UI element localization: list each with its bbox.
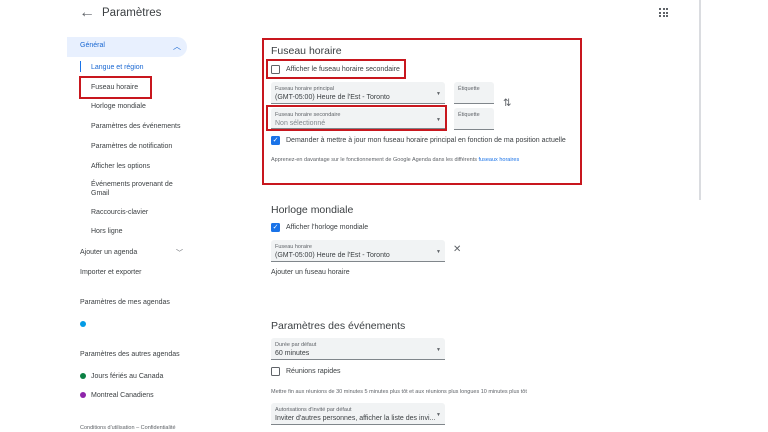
chevron-up-icon: ︿: [173, 42, 181, 51]
primary-tag-label: Étiquette: [458, 86, 480, 92]
active-indicator: [80, 61, 81, 72]
my-calendars-heading: Paramètres de mes agendas: [80, 299, 170, 306]
secondary-timezone-select[interactable]: Fuseau horaire secondaire Non sélectionn…: [271, 108, 445, 129]
secondary-timezone-value: Non sélectionné: [275, 120, 326, 127]
page-title: Paramètres: [102, 7, 162, 19]
guest-permissions-value: Inviter d'autres personnes, afficher la …: [275, 415, 436, 422]
top-bar: ← Paramètres: [0, 0, 768, 28]
sidebar-item-import-export[interactable]: Importer et exporter: [80, 268, 141, 277]
timezone-section-title: Fuseau horaire: [271, 45, 342, 57]
scrollbar[interactable]: [699, 0, 701, 200]
world-clock-checkbox[interactable]: ✓: [271, 223, 280, 232]
primary-timezone-label: Fuseau horaire principal: [275, 86, 335, 92]
event-settings-section-title: Paramètres des événements: [271, 320, 406, 332]
sidebar-general-label: Général: [80, 42, 105, 49]
learn-more-text: Apprenez-en davantage sur le fonctionnem…: [271, 157, 519, 163]
calendar-color-dot: [80, 392, 86, 398]
dropdown-arrow-icon: ▼: [436, 347, 441, 353]
dropdown-arrow-icon: ▼: [436, 412, 441, 418]
other-calendars-heading: Paramètres des autres agendas: [80, 351, 180, 358]
primary-timezone-select[interactable]: Fuseau horaire principal (GMT-05:00) Heu…: [271, 82, 445, 104]
sidebar-item-shortcuts[interactable]: Raccourcis-clavier: [91, 208, 148, 217]
update-timezone-label: Demander à mettre à jour mon fuseau hora…: [286, 137, 566, 144]
secondary-timezone-label: Afficher le fuseau horaire secondaire: [286, 66, 400, 73]
default-duration-label: Durée par défaut: [275, 342, 317, 348]
world-clock-tz-label: Fuseau horaire: [275, 244, 312, 250]
sidebar-item-gmail-events[interactable]: Événements provenant de Gmail: [91, 180, 183, 198]
apps-grid-icon[interactable]: [659, 8, 668, 17]
sidebar-item-language[interactable]: Langue et région: [91, 63, 144, 72]
sidebar-item-canadiens[interactable]: Montreal Canadiens: [91, 391, 154, 400]
sidebar-item-world-clock[interactable]: Horloge mondiale: [91, 102, 146, 111]
learn-more-body: Apprenez-en davantage sur le fonctionnem…: [271, 157, 477, 163]
world-clock-timezone-select[interactable]: Fuseau horaire (GMT-05:00) Heure de l'Es…: [271, 240, 445, 262]
dropdown-arrow-icon: ▼: [436, 249, 441, 255]
calendar-color-dot: [80, 373, 86, 379]
swap-icon[interactable]: ⇅: [503, 98, 511, 109]
guest-permissions-label: Autorisations d'invité par défaut: [275, 407, 352, 413]
sidebar-item-offline[interactable]: Hors ligne: [91, 227, 123, 236]
quick-meetings-note: Mettre fin aux réunions de 30 minutes 5 …: [271, 389, 527, 395]
sidebar-item-holidays[interactable]: Jours fériés au Canada: [91, 372, 163, 381]
sidebar-item-event-settings[interactable]: Paramètres des événements: [91, 122, 181, 131]
dropdown-arrow-icon: ▼: [436, 117, 441, 123]
calendar-color-dot[interactable]: [80, 321, 86, 327]
arrow-left-icon[interactable]: ←: [78, 4, 96, 22]
default-duration-select[interactable]: Durée par défaut 60 minutes ▼: [271, 338, 445, 360]
timezones-link[interactable]: fuseaux horaires: [479, 157, 520, 163]
close-icon[interactable]: ✕: [453, 244, 461, 255]
default-duration-value: 60 minutes: [275, 350, 310, 357]
highlight-box: [79, 76, 152, 99]
sidebar-item-view-options[interactable]: Afficher les options: [91, 162, 150, 171]
sidebar-item-general[interactable]: Général ︿: [67, 37, 187, 57]
world-clock-section-title: Horloge mondiale: [271, 204, 354, 216]
guest-permissions-select[interactable]: Autorisations d'invité par défaut Invite…: [271, 403, 445, 425]
secondary-tag-input[interactable]: Étiquette: [454, 108, 494, 130]
secondary-timezone-checkbox[interactable]: [271, 65, 280, 74]
quick-meetings-label: Réunions rapides: [286, 368, 341, 375]
world-clock-tz-value: (GMT-05:00) Heure de l'Est - Toronto: [275, 252, 390, 259]
primary-timezone-value: (GMT-05:00) Heure de l'Est - Toronto: [275, 94, 390, 101]
sidebar-item-add-calendar[interactable]: Ajouter un agenda: [80, 248, 137, 257]
sidebar-item-notifications[interactable]: Paramètres de notification: [91, 142, 172, 151]
footer-links[interactable]: Conditions d'utilisation – Confidentiali…: [80, 425, 176, 431]
world-clock-label: Afficher l'horloge mondiale: [286, 224, 369, 231]
quick-meetings-checkbox[interactable]: [271, 367, 280, 376]
secondary-timezone-field-label: Fuseau horaire secondaire: [275, 112, 341, 118]
primary-tag-input[interactable]: Étiquette: [454, 82, 494, 104]
add-timezone-link[interactable]: Ajouter un fuseau horaire: [271, 269, 350, 276]
dropdown-arrow-icon: ▼: [436, 91, 441, 97]
chevron-down-icon[interactable]: ﹀: [176, 248, 183, 258]
update-timezone-checkbox[interactable]: ✓: [271, 136, 280, 145]
secondary-tag-label: Étiquette: [458, 112, 480, 118]
